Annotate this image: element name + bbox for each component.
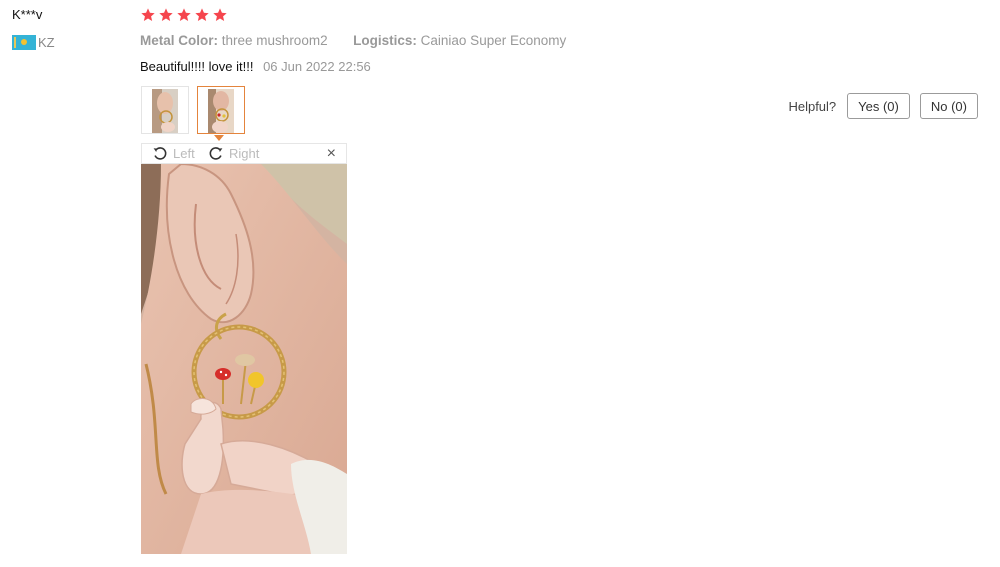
helpful-yes-button[interactable]: Yes (0) [847,93,910,119]
rotate-right-button[interactable]: Right [208,145,259,161]
rotate-left-label: Left [173,145,195,161]
photo-viewer-toolbar: Left Right × [141,143,347,164]
star-rating [140,7,228,23]
rotate-right-label: Right [229,145,260,161]
selected-photo-indicator [214,135,224,141]
photo-thumbnail-image [208,89,234,133]
star-icon [159,8,173,21]
star-icon [141,8,155,21]
review-photo-large [141,164,347,554]
review-body: Beautiful!!!! love it!!! 06 Jun 2022 22:… [140,59,371,74]
helpful-label: Helpful? [788,98,837,114]
photo-thumbnail-image [152,89,178,133]
metal-color-value: three mushroom2 [221,33,328,48]
review-photo-thumbnail-1[interactable] [141,86,189,134]
star-icon [195,8,209,21]
review-text: Beautiful!!!! love it!!! [140,59,254,74]
star-icon [213,8,227,21]
helpful-no-button[interactable]: No (0) [919,93,978,119]
country-code: KZ [38,35,55,50]
helpful-section: Helpful? Yes (0) No (0) [788,93,978,119]
reviewer-name: K***v [12,7,43,22]
review-attributes: Metal Color: three mushroom2 Logistics: … [140,33,566,48]
close-icon[interactable]: × [327,144,336,163]
logistics-label: Logistics: [353,33,417,48]
rotate-left-button[interactable]: Left [152,145,195,161]
star-icon [177,8,191,21]
metal-color-label: Metal Color: [140,33,219,48]
kazakhstan-flag-icon [12,35,36,50]
rotate-left-icon [153,147,167,160]
earring-photo [141,164,347,554]
reviewer-country: KZ [12,35,55,50]
review-date: 06 Jun 2022 22:56 [263,59,371,74]
rotate-right-icon [209,147,223,160]
review-photo-thumbnail-2[interactable] [197,86,245,134]
logistics-value: Cainiao Super Economy [420,33,567,48]
